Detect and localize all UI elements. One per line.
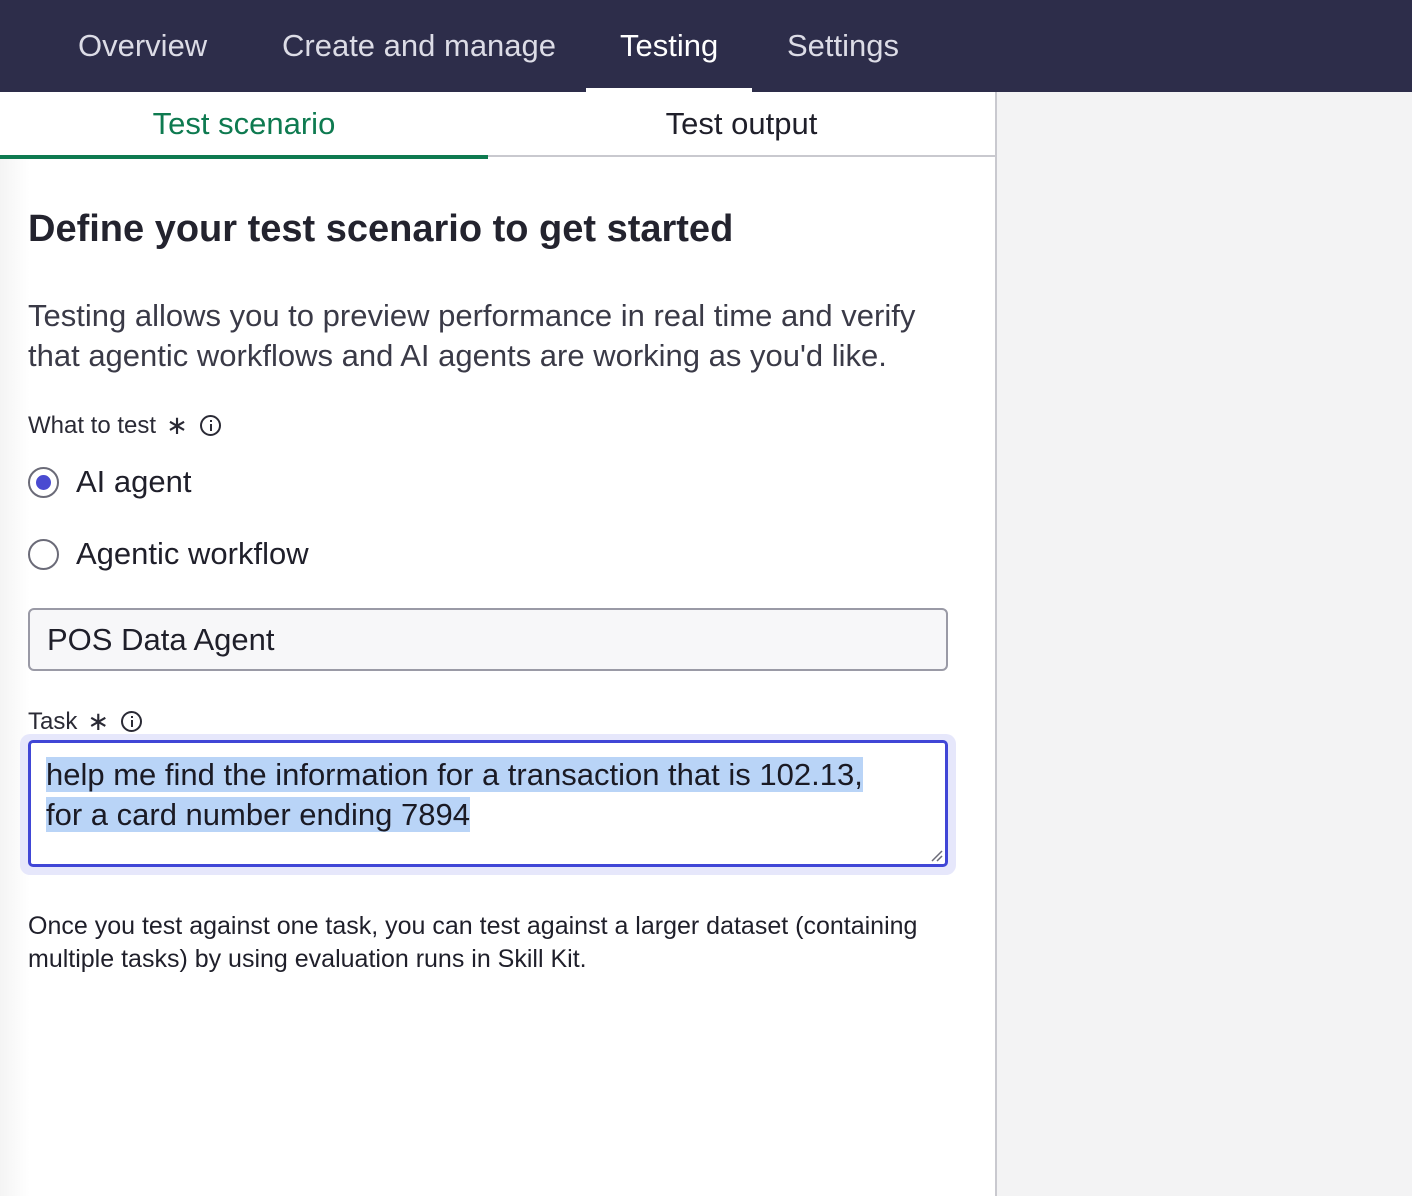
task-label-row: Task ∗ xyxy=(28,706,143,737)
page-title: Define your test scenario to get started xyxy=(28,208,734,250)
info-icon[interactable] xyxy=(121,711,143,732)
what-to-test-label: What to test xyxy=(28,411,157,439)
task-focus-ring: help me find the information for a trans… xyxy=(20,734,956,875)
task-text-line-2: for a card number ending 7894 xyxy=(46,797,470,832)
info-icon[interactable] xyxy=(199,415,221,436)
task-textarea[interactable]: help me find the information for a trans… xyxy=(28,740,948,867)
radio-button-unchecked[interactable] xyxy=(28,538,59,570)
tab-create-and-manage[interactable]: Create and manage xyxy=(248,0,590,92)
what-to-test-label-row: What to test ∗ xyxy=(28,410,221,441)
radio-agentic-workflow[interactable]: Agentic workflow xyxy=(28,536,309,572)
subtab-test-scenario[interactable]: Test scenario xyxy=(0,92,488,159)
testing-panel: Test scenario Test output Define your te… xyxy=(0,92,997,1196)
radio-label-ai-agent: AI agent xyxy=(76,464,192,499)
tab-overview[interactable]: Overview xyxy=(44,0,241,92)
radio-ai-agent[interactable]: AI agent xyxy=(28,464,191,500)
subtab-test-output[interactable]: Test output xyxy=(488,92,995,157)
radio-label-agentic-workflow: Agentic workflow xyxy=(76,536,309,571)
subtab-bar: Test scenario Test output xyxy=(0,92,995,159)
agent-select[interactable]: POS Data Agent xyxy=(28,608,948,671)
required-icon: ∗ xyxy=(87,706,110,736)
top-nav: Overview Create and manage Testing Setti… xyxy=(0,0,1412,92)
radio-button-checked[interactable] xyxy=(28,466,59,498)
tab-testing[interactable]: Testing xyxy=(586,0,753,92)
intro-text: Testing allows you to preview performanc… xyxy=(28,298,916,373)
resize-handle-icon[interactable] xyxy=(929,848,943,862)
footnote-text: Once you test against one task, you can … xyxy=(28,912,918,973)
task-text-line-1: help me find the information for a trans… xyxy=(46,757,863,792)
required-icon: ∗ xyxy=(166,410,188,440)
task-label: Task xyxy=(28,707,78,735)
tab-settings[interactable]: Settings xyxy=(753,0,933,92)
